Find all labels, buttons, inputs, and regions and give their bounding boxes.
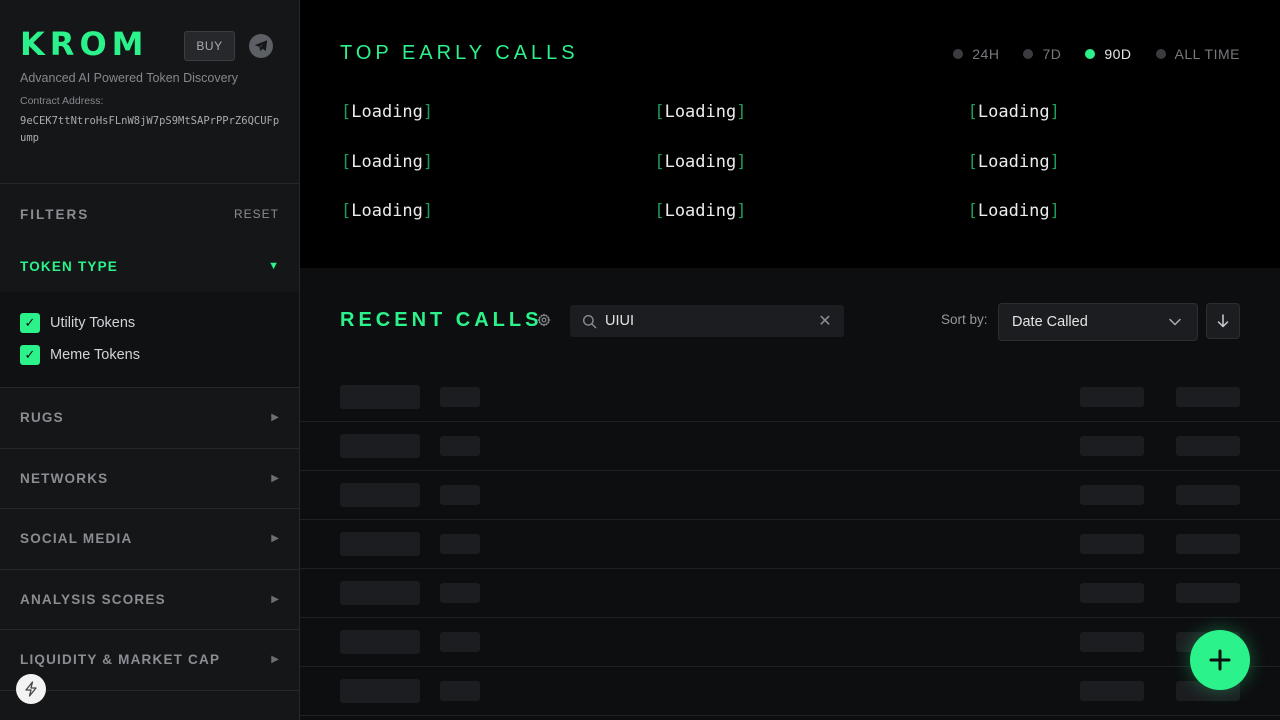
sort-select[interactable]: Date Called (998, 303, 1198, 341)
main-content: TOP EARLY CALLS 24H 7D 90D ALL TIME [Loa… (300, 0, 1280, 720)
loading-placeholder: [Loading] (967, 102, 1060, 122)
telegram-icon (254, 40, 267, 51)
range-label: ALL TIME (1174, 46, 1240, 62)
token-type-title: TOKEN TYPE (20, 258, 119, 274)
range-tab-7d[interactable]: 7D (1023, 44, 1061, 64)
plus-icon (1209, 649, 1231, 671)
loading-row: [Loading] [Loading] [Loading] (341, 201, 1280, 251)
contract-address-value[interactable]: 9eCEK7ttNtroHsFLnW8jW7pS9MtSAPrPPrZ6QCUF… (20, 113, 282, 147)
recent-calls-header: RECENT CALLS UIUI ✕ Sort by: Date Called (300, 268, 1280, 374)
loading-placeholder: [Loading] (967, 151, 1060, 172)
range-dot (1155, 49, 1166, 59)
option-utility-tokens[interactable]: ✓ Utility Tokens (20, 312, 279, 334)
gear-icon (537, 313, 551, 327)
option-label: Utility Tokens (50, 315, 136, 331)
triangle-right-icon: ▶ (271, 412, 279, 424)
skeleton-row (300, 569, 1280, 618)
settings-button[interactable] (537, 313, 551, 327)
filters-header: FILTERS RESET (0, 184, 299, 244)
chevron-down-icon (1169, 318, 1181, 326)
range-dot (1023, 49, 1034, 59)
search-input[interactable]: UIUI ✕ (570, 305, 844, 337)
section-label: SOCIAL MEDIA (20, 531, 133, 547)
loading-placeholder: [Loading] (654, 151, 747, 172)
skeleton-row (300, 471, 1280, 520)
filters-title: FILTERS (20, 207, 90, 222)
recent-calls-title: RECENT CALLS (340, 309, 543, 331)
skeleton-row (300, 667, 1280, 716)
loading-placeholder: [Loading] (341, 201, 434, 221)
logo[interactable]: KROM (20, 20, 279, 68)
sidebar: KROM BUY Advanced AI Powered Token Disco… (0, 0, 300, 720)
range-label: 7D (1042, 46, 1062, 62)
tagline: Advanced AI Powered Token Discovery (20, 71, 238, 85)
recent-calls-list (300, 373, 1280, 716)
section-label: NETWORKS (20, 470, 109, 486)
loading-placeholder: [Loading] (654, 201, 747, 221)
contract-address-label: Contract Address: (20, 95, 104, 107)
loading-placeholder: [Loading] (654, 102, 747, 122)
sort-direction-button[interactable] (1206, 303, 1240, 339)
section-label: LIQUIDITY & MARKET CAP (20, 652, 221, 668)
triangle-right-icon: ▶ (271, 593, 279, 605)
top-early-calls-title: TOP EARLY CALLS (340, 42, 579, 64)
triangle-right-icon: ▶ (271, 472, 279, 484)
sort-label: Sort by: (941, 312, 988, 327)
range-label: 90D (1104, 46, 1132, 62)
section-liquidity-market-cap[interactable]: LIQUIDITY & MARKET CAP ▶ (0, 630, 299, 691)
app-root: KROM BUY Advanced AI Powered Token Disco… (0, 0, 1280, 720)
token-type-toggle[interactable]: TOKEN TYPE ▼ (0, 244, 299, 292)
triangle-right-icon: ▶ (271, 533, 279, 545)
section-label: RUGS (20, 410, 64, 426)
section-analysis-scores[interactable]: ANALYSIS SCORES ▶ (0, 570, 299, 630)
range-tab-all-time[interactable]: ALL TIME (1155, 44, 1240, 64)
close-icon[interactable]: ✕ (818, 311, 832, 331)
range-dot (953, 49, 964, 59)
sort-value: Date Called (1012, 314, 1088, 330)
section-rugs[interactable]: RUGS ▶ (0, 388, 299, 449)
loading-row: [Loading] [Loading] [Loading] (341, 102, 1280, 152)
skeleton-row (300, 373, 1280, 422)
buy-button[interactable]: BUY (184, 31, 235, 61)
checkbox-utility-tokens[interactable]: ✓ (20, 313, 40, 333)
add-call-button[interactable] (1190, 630, 1250, 690)
range-dot (1085, 49, 1096, 59)
range-tabs: 24H 7D 90D ALL TIME (929, 44, 1240, 64)
section-social-media[interactable]: SOCIAL MEDIA ▶ (0, 509, 299, 570)
option-label: Meme Tokens (50, 347, 140, 363)
skeleton-row (300, 520, 1280, 569)
loading-row: [Loading] [Loading] [Loading] (341, 152, 1280, 202)
arrow-down-icon (1217, 314, 1229, 328)
skeleton-row (300, 422, 1280, 471)
search-value: UIUI (605, 313, 634, 329)
brand-panel: KROM BUY Advanced AI Powered Token Disco… (0, 0, 299, 184)
range-tab-90d[interactable]: 90D (1085, 44, 1131, 64)
telegram-button[interactable] (249, 34, 273, 58)
search-icon (582, 314, 597, 328)
loading-placeholder: [Loading] (341, 151, 434, 172)
range-tab-24h[interactable]: 24H (953, 44, 999, 64)
triangle-down-icon: ▼ (268, 260, 279, 272)
section-networks[interactable]: NETWORKS ▶ (0, 449, 299, 509)
token-type-options: ✓ Utility Tokens ✓ Meme Tokens (0, 292, 299, 388)
lightning-bolt-icon (25, 681, 37, 697)
top-early-calls-panel: TOP EARLY CALLS 24H 7D 90D ALL TIME [Loa… (300, 0, 1280, 268)
skeleton-row (300, 618, 1280, 667)
option-meme-tokens[interactable]: ✓ Meme Tokens (20, 344, 279, 366)
loading-placeholder: [Loading] (967, 201, 1060, 221)
loading-grid: [Loading] [Loading] [Loading] [Loading] … (341, 102, 1280, 251)
section-label: ANALYSIS SCORES (20, 591, 166, 607)
reset-button[interactable]: RESET (234, 207, 279, 221)
range-label: 24H (972, 46, 1000, 62)
loading-placeholder: [Loading] (341, 102, 434, 122)
triangle-right-icon: ▶ (271, 654, 279, 666)
checkbox-meme-tokens[interactable]: ✓ (20, 345, 40, 365)
bolt-button[interactable] (16, 674, 46, 704)
